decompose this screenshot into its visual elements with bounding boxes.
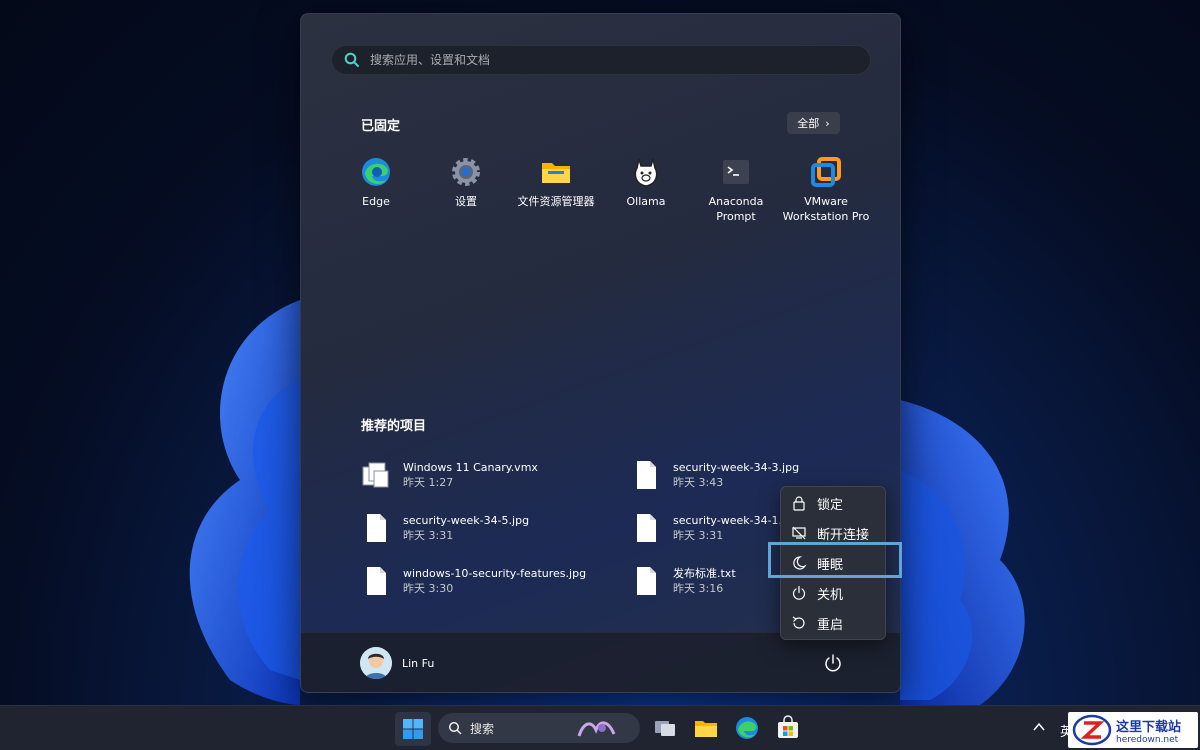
vmware-icon bbox=[811, 157, 841, 187]
recommended-item-name: Windows 11 Canary.vmx bbox=[403, 461, 538, 474]
chevron-up-icon[interactable] bbox=[1030, 718, 1048, 736]
recommended-item-time: 昨天 1:27 bbox=[403, 476, 454, 489]
all-apps-button[interactable]: 全部 › bbox=[787, 112, 840, 134]
file-icon bbox=[637, 514, 656, 542]
power-icon bbox=[792, 585, 806, 600]
taskbar-search[interactable]: 搜索 bbox=[438, 713, 640, 743]
pinned-app-edge[interactable]: Edge bbox=[331, 156, 421, 236]
taskbar: 搜索 英 bbox=[0, 705, 1200, 750]
settings-gear-icon bbox=[452, 158, 480, 186]
anaconda-prompt-icon bbox=[723, 160, 749, 184]
recommended-item-time: 昨天 3:31 bbox=[673, 529, 724, 542]
watermark-text-cn: 这里下载站 bbox=[1116, 719, 1182, 735]
ollama-icon bbox=[634, 158, 658, 187]
recommended-item-name: windows-10-security-features.jpg bbox=[403, 567, 587, 580]
pinned-app-vmware[interactable]: VMware Workstation Pro bbox=[781, 156, 871, 236]
recommended-item-name: security-week-34-1.jp bbox=[673, 514, 793, 527]
all-apps-label: 全部 bbox=[797, 117, 820, 130]
chevron-right-icon: › bbox=[825, 116, 830, 130]
search-highlight-art-icon bbox=[577, 721, 616, 737]
pinned-app-anaconda-prompt[interactable]: Anaconda Prompt bbox=[691, 156, 781, 236]
file-explorer-icon[interactable] bbox=[693, 715, 719, 741]
file-icon bbox=[367, 567, 386, 595]
restart-icon bbox=[792, 616, 805, 629]
power-menu-label: 重启 bbox=[817, 617, 844, 633]
user-name: Lin Fu bbox=[402, 656, 435, 670]
power-menu-shutdown[interactable]: 关机 bbox=[791, 579, 883, 607]
recommended-item[interactable]: Windows 11 Canary.vmx 昨天 1:27 bbox=[361, 455, 601, 495]
pinned-app-label: Anaconda Prompt bbox=[708, 195, 764, 223]
recommended-item[interactable]: windows-10-security-features.jpg 昨天 3:30 bbox=[361, 561, 601, 601]
pinned-section-title: 已固定 bbox=[361, 119, 401, 134]
pinned-app-label: VMware Workstation Pro bbox=[782, 195, 870, 223]
recommended-item-time: 昨天 3:31 bbox=[403, 529, 454, 542]
search-icon bbox=[344, 52, 359, 67]
recommended-item-time: 昨天 3:30 bbox=[403, 582, 454, 595]
power-menu-label: 锁定 bbox=[817, 497, 844, 513]
start-search-box[interactable] bbox=[331, 45, 871, 75]
search-icon bbox=[448, 721, 462, 735]
pinned-app-label: Ollama bbox=[626, 195, 666, 208]
power-icon[interactable] bbox=[822, 653, 844, 675]
start-menu-footer: Lin Fu bbox=[301, 632, 900, 692]
pinned-app-label: 文件资源管理器 bbox=[517, 195, 595, 208]
file-icon bbox=[367, 514, 386, 542]
vmx-file-icon bbox=[362, 462, 389, 488]
task-view-icon[interactable] bbox=[652, 715, 678, 741]
recommended-section-title: 推荐的项目 bbox=[361, 419, 427, 434]
start-search-input[interactable] bbox=[370, 53, 850, 67]
pinned-app-settings[interactable]: 设置 bbox=[421, 156, 511, 236]
watermark-z-logo bbox=[1072, 714, 1112, 746]
recommended-item-name: 发布标准.txt bbox=[673, 567, 736, 580]
store-icon[interactable] bbox=[775, 715, 801, 741]
disconnect-icon bbox=[792, 526, 806, 540]
power-menu-restart[interactable]: 重启 bbox=[791, 609, 883, 637]
user-account[interactable]: Lin Fu bbox=[360, 647, 434, 679]
pinned-app-label: Edge bbox=[362, 195, 390, 208]
windows-start-icon bbox=[403, 719, 423, 739]
pinned-apps-grid: Edge 设置 文件资源管理器 Ollama Anaconda Prompt V… bbox=[331, 156, 871, 246]
avatar bbox=[360, 647, 392, 679]
recommended-item-name: security-week-34-3.jpg bbox=[673, 461, 800, 474]
pinned-app-ollama[interactable]: Ollama bbox=[601, 156, 691, 236]
file-icon bbox=[637, 461, 656, 489]
file-icon bbox=[637, 567, 656, 595]
lock-icon bbox=[793, 496, 805, 511]
sleep-highlight-box bbox=[768, 542, 902, 578]
recommended-item-name: security-week-34-5.jpg bbox=[403, 514, 530, 527]
edge-icon[interactable] bbox=[734, 715, 760, 741]
recommended-item-time: 昨天 3:16 bbox=[673, 582, 724, 595]
taskbar-search-label: 搜索 bbox=[470, 721, 495, 736]
pinned-app-label: 设置 bbox=[455, 195, 477, 208]
pinned-app-file-explorer[interactable]: 文件资源管理器 bbox=[511, 156, 601, 236]
start-button[interactable] bbox=[395, 712, 431, 746]
power-menu-label: 关机 bbox=[817, 587, 844, 603]
power-menu-label: 断开连接 bbox=[817, 527, 870, 543]
file-explorer-icon bbox=[542, 163, 570, 183]
watermark-text-en: heredown.net bbox=[1116, 734, 1179, 745]
recommended-item[interactable]: security-week-34-5.jpg 昨天 3:31 bbox=[361, 508, 601, 548]
watermark-logo: 这里下载站 heredown.net bbox=[1068, 712, 1198, 748]
edge-icon bbox=[362, 158, 390, 186]
power-menu-lock[interactable]: 锁定 bbox=[791, 489, 883, 517]
